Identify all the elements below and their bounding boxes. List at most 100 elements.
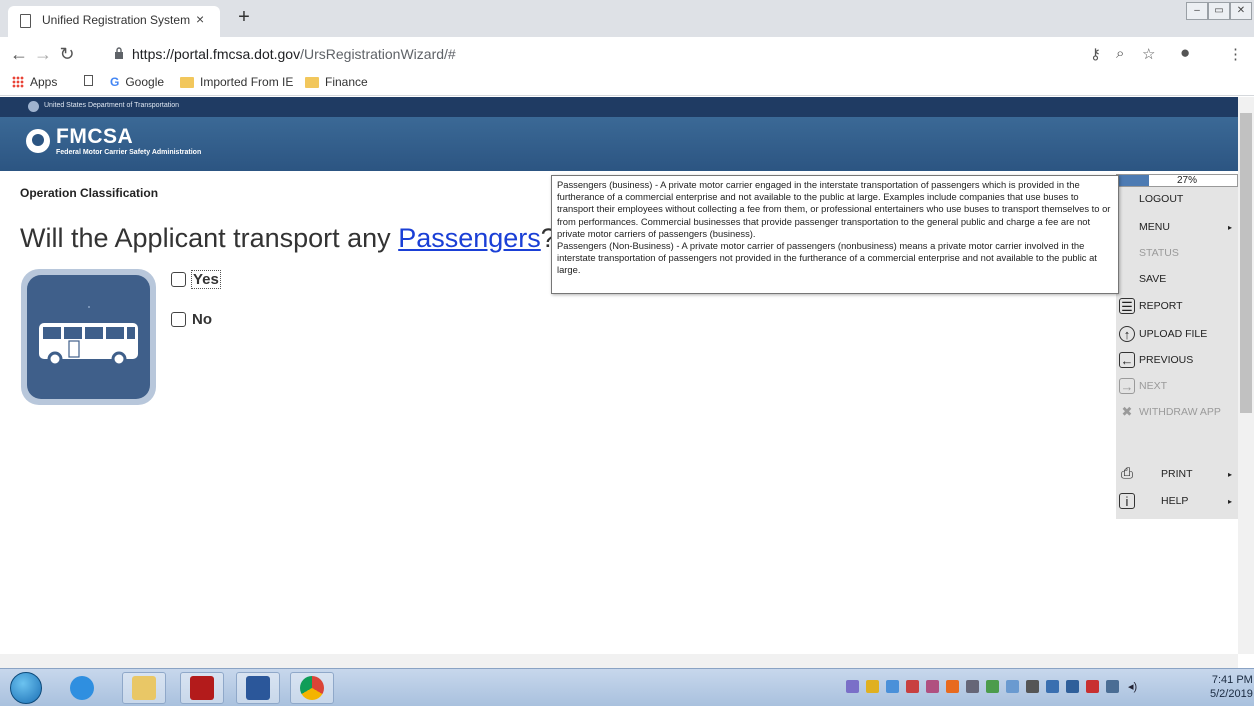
passengers-link[interactable]: Passengers xyxy=(398,223,541,253)
url-text: https://portal.fmcsa.dot.gov/UrsRegistra… xyxy=(132,46,456,62)
tray-icon[interactable] xyxy=(1026,680,1039,693)
ie-icon xyxy=(70,676,94,700)
upload-icon: ↑ xyxy=(1119,326,1135,342)
apps-grid-icon xyxy=(12,76,24,88)
volume-icon[interactable]: ◂) xyxy=(1128,680,1141,693)
menu-label: PRINT xyxy=(1161,468,1193,480)
brand-subtitle: Federal Motor Carrier Safety Administrat… xyxy=(56,149,202,156)
browser-tab-bar: Unified Registration System × + – ▭ ✕ xyxy=(0,0,1254,37)
section-title: Operation Classification xyxy=(20,186,159,200)
minimize-icon[interactable]: – xyxy=(1186,2,1208,20)
logout-button[interactable]: LOGOUT xyxy=(1116,187,1238,211)
expand-arrow-icon: ▸ xyxy=(1227,222,1232,232)
menu-label: SAVE xyxy=(1139,273,1167,285)
tray-icon[interactable] xyxy=(866,680,879,693)
back-icon[interactable]: ← xyxy=(8,43,30,65)
print-icon: ⎙ xyxy=(1120,465,1133,482)
bookmark-google[interactable]: G Google xyxy=(110,75,164,89)
folder-icon xyxy=(305,76,319,88)
tray-icon[interactable] xyxy=(846,680,859,693)
menu-label: STATUS xyxy=(1139,247,1179,259)
tray-icon[interactable] xyxy=(886,680,899,693)
bookmark-apps[interactable]: Apps xyxy=(12,75,57,89)
forward-icon[interactable]: → xyxy=(32,43,54,65)
yes-checkbox[interactable] xyxy=(171,272,186,287)
explorer-app[interactable] xyxy=(122,672,166,704)
tray-icon[interactable] xyxy=(1086,680,1099,693)
signal-icon[interactable] xyxy=(966,680,979,693)
report-button[interactable]: ☰ REPORT xyxy=(1116,294,1238,318)
new-tab-button[interactable]: + xyxy=(232,6,256,30)
progress-label: 27% xyxy=(1177,175,1198,186)
tray-icon[interactable] xyxy=(906,680,919,693)
fmcsa-logo-icon[interactable] xyxy=(26,129,50,153)
save-button[interactable]: SAVE xyxy=(1116,267,1238,291)
withdraw-app-button[interactable]: ✖ WITHDRAW APP xyxy=(1116,400,1238,424)
tray-icon[interactable] xyxy=(926,680,939,693)
tray-icon[interactable] xyxy=(986,680,999,693)
maximize-icon[interactable]: ▭ xyxy=(1208,2,1230,20)
pdf-icon xyxy=(190,676,214,700)
menu-label: REPORT xyxy=(1139,300,1183,312)
bus-image xyxy=(21,269,156,405)
withdraw-icon: ✖ xyxy=(1121,404,1133,419)
status-button[interactable]: STATUS xyxy=(1116,241,1238,265)
brand-name[interactable]: FMCSA xyxy=(56,125,133,149)
tooltip-nonbusiness-text: Passengers (Non-Business) - A private mo… xyxy=(557,240,1097,276)
tray-icon[interactable] xyxy=(1046,680,1059,693)
zoom-icon[interactable]: ⌕ xyxy=(1116,45,1124,62)
next-icon: → xyxy=(1119,378,1135,394)
horizontal-scrollbar[interactable] xyxy=(0,654,1238,668)
help-button[interactable]: i HELP ▸ xyxy=(1116,489,1238,513)
profile-icon[interactable]: ● xyxy=(1180,43,1190,63)
option-no[interactable]: No xyxy=(171,311,212,328)
folder-icon xyxy=(132,676,156,700)
more-menu-icon[interactable]: ⋮ xyxy=(1228,45,1243,63)
lock-icon xyxy=(115,47,123,59)
previous-icon: ← xyxy=(1119,352,1135,368)
ie-app[interactable] xyxy=(60,672,104,704)
bookmark-page[interactable] xyxy=(84,75,93,86)
key-icon[interactable]: ⚷ xyxy=(1090,45,1101,63)
vertical-scrollbar[interactable] xyxy=(1238,97,1254,654)
dot-bar-text: United States Department of Transportati… xyxy=(44,102,180,109)
menu-label: HELP xyxy=(1161,495,1189,507)
no-checkbox[interactable] xyxy=(171,312,186,327)
url-path: /UrsRegistrationWizard/# xyxy=(300,46,456,62)
url-host: https://portal.fmcsa.dot.gov xyxy=(132,46,301,62)
browser-tab[interactable]: Unified Registration System × xyxy=(8,6,220,37)
question-heading: Will the Applicant transport any Passeng… xyxy=(20,223,556,254)
tray-icon[interactable] xyxy=(946,680,959,693)
bookmark-finance[interactable]: Finance xyxy=(305,75,368,89)
close-window-icon[interactable]: ✕ xyxy=(1230,2,1252,20)
taskbar: ◂) 7:41 PM 5/2/2019 xyxy=(0,668,1254,706)
browser-toolbar: ← → ↻ https://portal.fmcsa.dot.gov/UrsRe… xyxy=(0,37,1254,70)
star-icon[interactable]: ☆ xyxy=(1142,45,1155,63)
previous-button[interactable]: ← PREVIOUS xyxy=(1116,348,1238,372)
next-button[interactable]: → NEXT xyxy=(1116,374,1238,398)
print-button[interactable]: ⎙ PRINT ▸ xyxy=(1116,462,1238,486)
menu-button[interactable]: MENU ▸ xyxy=(1116,215,1238,239)
word-app[interactable] xyxy=(236,672,280,704)
menu-label: LOGOUT xyxy=(1139,193,1184,205)
scrollbar-thumb[interactable] xyxy=(1240,113,1252,413)
tray-icon[interactable] xyxy=(1066,680,1079,693)
clock[interactable]: 7:41 PM 5/2/2019 xyxy=(1210,673,1253,701)
chrome-icon xyxy=(300,676,324,700)
start-button[interactable] xyxy=(10,672,42,704)
progress-bar: 27% xyxy=(1116,174,1238,187)
tab-close-icon[interactable]: × xyxy=(196,11,204,27)
upload-file-button[interactable]: ↑ UPLOAD FILE xyxy=(1116,322,1238,346)
menu-label: MENU xyxy=(1139,221,1170,233)
menu-label: PREVIOUS xyxy=(1139,354,1194,366)
option-yes[interactable]: Yes xyxy=(171,270,221,289)
menu-label: WITHDRAW APP xyxy=(1139,406,1221,418)
reload-icon[interactable]: ↻ xyxy=(56,43,78,65)
network-icon[interactable] xyxy=(1106,680,1119,693)
bookmark-imported[interactable]: Imported From IE xyxy=(180,75,293,89)
tray-icon[interactable] xyxy=(1006,680,1019,693)
google-icon: G xyxy=(110,75,120,89)
address-bar[interactable]: https://portal.fmcsa.dot.gov/UrsRegistra… xyxy=(102,41,1082,67)
chrome-app[interactable] xyxy=(290,672,334,704)
acrobat-app[interactable] xyxy=(180,672,224,704)
